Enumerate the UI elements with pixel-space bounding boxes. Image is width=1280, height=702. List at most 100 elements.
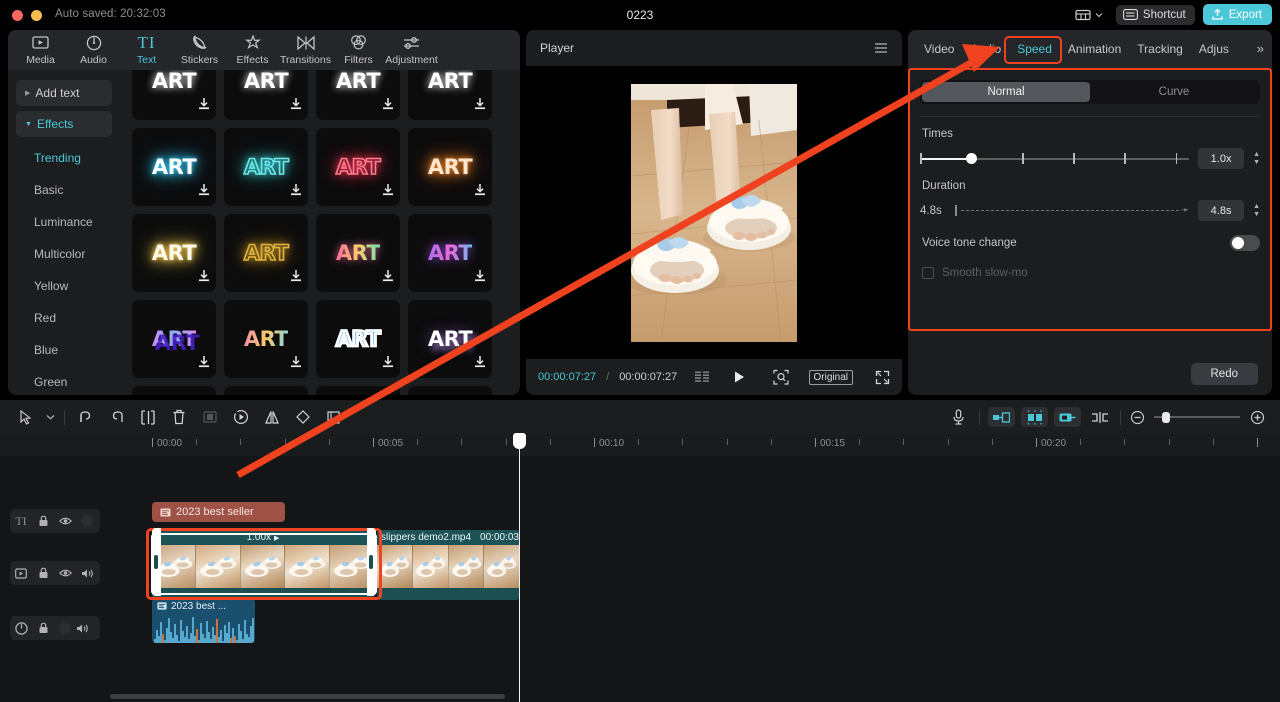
smooth-slowmo-checkbox[interactable] [922,267,934,279]
eye-icon[interactable] [54,561,76,585]
quality-badge[interactable]: Original [808,369,853,385]
tab-audio[interactable]: Audio [962,38,1009,60]
text-effect-cell[interactable]: ART [132,214,216,292]
clip-out-button[interactable] [1054,407,1081,427]
text-effect-cell[interactable]: ART [224,386,308,395]
text-effect-cell[interactable]: ART [224,128,308,206]
lock-icon[interactable] [32,509,54,533]
effects-grid-scroll[interactable]: ART ART ART ART ART ART ART ART ART ART ART ART ART A… [120,70,520,395]
speed-mode-normal[interactable]: Normal [922,82,1090,102]
text-effect-cell[interactable]: ART [132,386,216,395]
text-effect-cell[interactable]: ART [408,300,492,378]
nav-tab-text[interactable]: TI Text [120,34,173,66]
text-effect-cell[interactable]: ART [224,300,308,378]
playhead-grip[interactable] [513,433,526,449]
playhead[interactable] [513,433,526,702]
duration-stepper[interactable]: ▲ ▼ [1253,203,1260,218]
zoom-out-button[interactable] [1126,404,1148,430]
lock-icon[interactable] [32,561,54,585]
text-effect-cell[interactable]: ART [316,386,400,395]
download-icon[interactable] [474,355,486,373]
text-effect-cell[interactable]: ART [224,70,308,120]
smooth-slowmo-row[interactable]: Smooth slow-mo [922,267,1260,279]
speaker-icon[interactable] [76,561,98,585]
download-icon[interactable] [198,355,210,373]
text-effect-cell[interactable]: ART [316,300,400,378]
sidebar-item-blue[interactable]: Blue [8,334,120,366]
nav-tab-media[interactable]: Media [14,34,67,66]
text-effect-cell[interactable]: ART [224,214,308,292]
speed-stepper[interactable]: ▲ ▼ [1253,151,1260,166]
tab-adjus[interactable]: Adjus [1191,38,1237,60]
timeline[interactable]: 00:00 00:05 00:10 00:15 00:20 TI 2023 be… [0,433,1280,702]
sidebar-group-add-text[interactable]: ▶ Add text [16,80,112,106]
fullscreen-icon[interactable] [875,370,890,385]
rotate-button[interactable] [287,404,318,430]
sidebar-item-yellow[interactable]: Yellow [8,270,120,302]
text-effect-cell[interactable]: ART [408,386,492,395]
download-icon[interactable] [290,97,302,115]
text-effect-cell[interactable]: ART [316,214,400,292]
download-icon[interactable] [474,97,486,115]
speed-slider-knob[interactable] [966,152,978,164]
split-button[interactable] [132,404,163,430]
download-icon[interactable] [290,183,302,201]
player-stage[interactable] [526,66,902,359]
download-icon[interactable] [290,355,302,373]
zoom-slider-knob[interactable] [1162,412,1170,423]
text-effect-cell[interactable]: ART [132,128,216,206]
text-effect-cell[interactable]: ART [132,300,216,378]
nav-tab-filters[interactable]: Filters [332,34,385,66]
tab-animation[interactable]: Animation [1060,38,1129,60]
text-clip[interactable]: 2023 best seller [152,502,285,522]
duration-value-field[interactable]: 4.8s [1198,200,1245,221]
tab-tracking[interactable]: Tracking [1129,38,1191,60]
freeze-frame-button[interactable] [225,404,256,430]
download-icon[interactable] [382,269,394,287]
record-voiceover-button[interactable] [943,404,974,430]
sidebar-item-basic[interactable]: Basic [8,174,120,206]
lock-icon[interactable] [32,616,54,640]
download-icon[interactable] [198,269,210,287]
speed-slider[interactable] [920,150,1190,168]
sidebar-item-multicolor[interactable]: Multicolor [8,238,120,270]
video-clip-1-speed-badge[interactable]: 1.00x ▶ [152,530,374,545]
download-icon[interactable] [382,97,394,115]
sidebar-group-effects[interactable]: ▼ Effects [16,111,112,137]
download-icon[interactable] [474,269,486,287]
hamburger-icon[interactable] [874,42,888,54]
shortcut-button[interactable]: Shortcut [1115,4,1195,25]
auto-cut-button[interactable] [1021,407,1048,427]
speaker-icon[interactable] [71,616,93,640]
nav-tab-effects[interactable]: Effects [226,34,279,66]
nav-tab-audio[interactable]: Audio [67,34,120,66]
crop-frame-button[interactable] [194,404,225,430]
download-icon[interactable] [290,269,302,287]
redo-button[interactable]: Redo [1190,363,1258,385]
text-effect-cell[interactable]: ART [132,70,216,120]
speed-mode-curve[interactable]: Curve [1090,82,1258,102]
speed-value-field[interactable]: 1.0x [1198,148,1245,169]
select-tool[interactable] [10,404,41,430]
sidebar-item-luminance[interactable]: Luminance [8,206,120,238]
download-icon[interactable] [474,183,486,201]
sidebar-item-green[interactable]: Green [8,366,120,395]
more-tabs-button[interactable]: » [1257,41,1264,56]
delete-button[interactable] [163,404,194,430]
voice-tone-toggle[interactable] [1230,235,1260,251]
text-effect-cell[interactable]: ART [316,70,400,120]
eye-icon[interactable] [54,509,76,533]
scrollbar-thumb[interactable] [110,694,505,699]
layout-switch-button[interactable] [1070,6,1108,24]
video-clip-2[interactable]: slippers demo2.mp4 00:00:03 [377,530,520,600]
sidebar-item-trending[interactable]: Trending [8,142,120,174]
timeline-horizontal-scrollbar[interactable] [110,694,1260,699]
play-icon[interactable] [732,370,746,384]
crop-tool-button[interactable] [318,404,349,430]
text-effect-cell[interactable]: ART [316,128,400,206]
frames-icon[interactable] [695,371,710,383]
zoom-in-button[interactable] [1246,404,1268,430]
text-effect-cell[interactable]: ART [408,128,492,206]
select-tool-dropdown[interactable] [41,404,59,430]
undo-button[interactable] [70,404,101,430]
